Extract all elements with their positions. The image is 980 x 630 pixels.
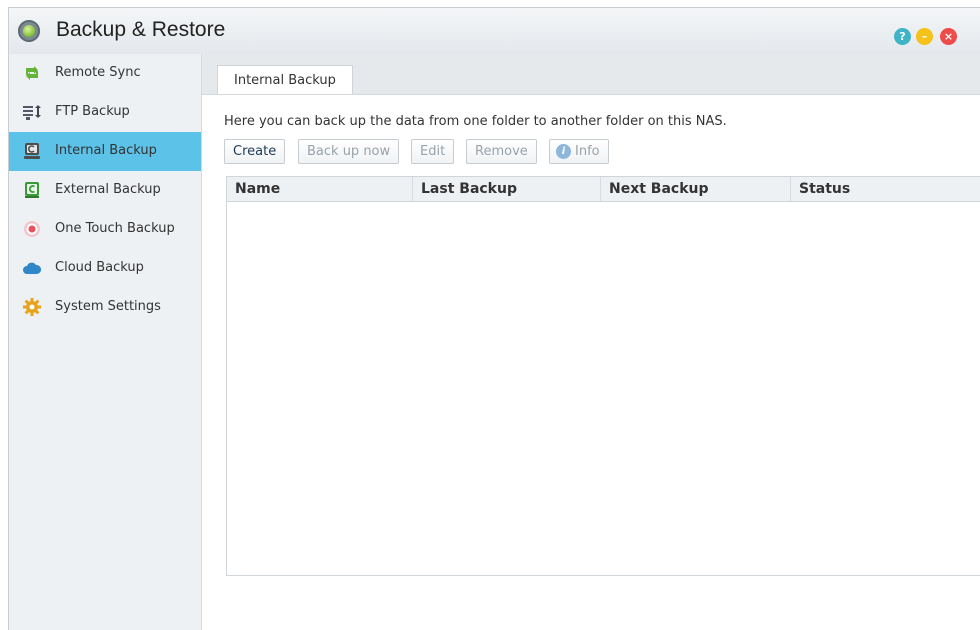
sidebar-item-label: System Settings (55, 299, 161, 314)
create-button[interactable]: Create (224, 139, 286, 164)
minimize-button[interactable]: – (916, 28, 933, 45)
info-button[interactable]: i Info (549, 139, 609, 164)
sidebar-item-label: External Backup (55, 182, 161, 197)
cloud-icon (23, 262, 41, 274)
column-header-next-backup[interactable]: Next Backup (601, 177, 791, 201)
internal-backup-icon (24, 143, 40, 159)
sidebar-item-system-settings[interactable]: System Settings (9, 288, 201, 327)
edit-button[interactable]: Edit (411, 139, 455, 164)
column-header-last-backup[interactable]: Last Backup (413, 177, 601, 201)
one-touch-icon (24, 221, 40, 237)
sidebar-item-external-backup[interactable]: External Backup (9, 171, 201, 210)
sidebar-item-label: Cloud Backup (55, 260, 144, 275)
title-bar: Backup & Restore ? – × (9, 8, 980, 55)
sidebar-item-internal-backup[interactable]: Internal Backup (9, 132, 201, 171)
sidebar-item-remote-sync[interactable]: Remote Sync (9, 54, 201, 93)
sidebar: Remote Sync FTP Backup Internal Backup E… (9, 54, 202, 630)
column-header-name[interactable]: Name (227, 177, 413, 201)
sidebar-item-label: Internal Backup (55, 143, 157, 158)
backup-restore-window: Backup & Restore ? – × Remote Sync FTP B… (8, 7, 980, 630)
external-backup-icon (25, 182, 39, 198)
sidebar-item-cloud-backup[interactable]: Cloud Backup (9, 249, 201, 288)
gear-icon (23, 298, 41, 316)
main-content: Internal Backup Here you can back up the… (202, 54, 980, 630)
column-header-status[interactable]: Status (791, 177, 980, 201)
backup-jobs-table: Name Last Backup Next Backup Status (226, 176, 980, 576)
help-button[interactable]: ? (894, 28, 911, 45)
info-label: Info (575, 144, 600, 159)
sync-icon (26, 66, 38, 80)
sidebar-item-label: Remote Sync (55, 65, 141, 80)
window-title: Backup & Restore (56, 18, 226, 41)
sidebar-item-label: One Touch Backup (55, 221, 175, 236)
sidebar-item-label: FTP Backup (55, 104, 130, 119)
tab-strip: Internal Backup (202, 54, 980, 95)
sidebar-item-one-touch-backup[interactable]: One Touch Backup (9, 210, 201, 249)
back-up-now-button[interactable]: Back up now (298, 139, 400, 164)
table-header: Name Last Backup Next Backup Status (227, 177, 980, 202)
app-icon (18, 20, 40, 42)
close-button[interactable]: × (940, 28, 957, 45)
info-icon: i (556, 144, 571, 159)
tab-internal-backup[interactable]: Internal Backup (217, 65, 353, 94)
ftp-icon (23, 105, 41, 120)
remove-button[interactable]: Remove (466, 139, 537, 164)
sidebar-item-ftp-backup[interactable]: FTP Backup (9, 93, 201, 132)
page-description: Here you can back up the data from one f… (224, 114, 727, 129)
